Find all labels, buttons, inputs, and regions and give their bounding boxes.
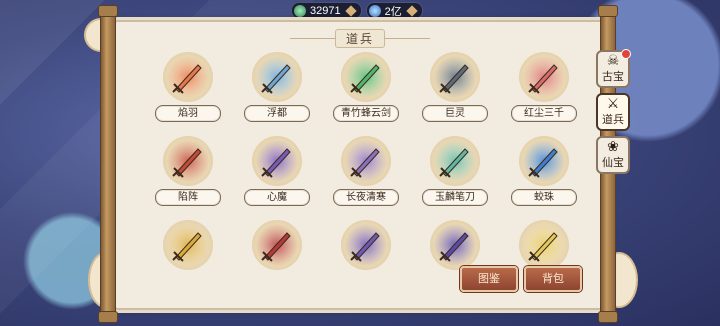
tab-label: 古宝 (602, 70, 624, 83)
weapon-item[interactable] (148, 220, 228, 270)
weapon-item[interactable]: 巨灵 (415, 52, 495, 122)
weapon-name: 焰羽 (155, 105, 221, 122)
weapon-icon (341, 220, 391, 270)
item-grid: 焰羽 浮都 青竹蜂云剑 巨灵 红尘三千陷阵 心魔 长夜清寒 玉麟笔刀 蛟珠 (138, 52, 584, 270)
tab-dao-weapon[interactable]: ⚔ 道兵 (596, 93, 630, 131)
weapon-icon (163, 220, 213, 270)
weapon-icon (519, 136, 569, 186)
currency-bar: 32971 2亿 (291, 2, 431, 19)
skull-icon: ☠ (606, 53, 620, 69)
weapon-icon (252, 136, 302, 186)
weapon-icon (430, 136, 480, 186)
weapon-item[interactable]: 焰羽 (148, 52, 228, 122)
weapon-item[interactable] (504, 220, 584, 270)
weapon-icon: ⚔ (606, 96, 620, 112)
tab-immortal-treasure[interactable]: ❀ 仙宝 (596, 136, 630, 174)
weapon-icon (252, 52, 302, 102)
weapon-item[interactable]: 心魔 (237, 136, 317, 206)
weapon-item[interactable]: 长夜清寒 (326, 136, 406, 206)
add-gem-icon[interactable] (406, 4, 418, 17)
weapon-item[interactable] (326, 220, 406, 270)
weapon-icon (163, 136, 213, 186)
gem-currency: 2亿 (365, 2, 423, 19)
weapon-name: 长夜清寒 (333, 189, 399, 206)
weapon-item[interactable]: 青竹蜂云剑 (326, 52, 406, 122)
weapon-name: 巨灵 (422, 105, 488, 122)
weapon-icon (252, 220, 302, 270)
bag-button[interactable]: 背包 (524, 266, 582, 292)
item-grid-viewport[interactable]: 焰羽 浮都 青竹蜂云剑 巨灵 红尘三千陷阵 心魔 长夜清寒 玉麟笔刀 蛟珠 (138, 52, 584, 298)
weapon-name: 蛟珠 (511, 189, 577, 206)
flower-icon: ❀ (607, 139, 619, 155)
weapon-name: 心魔 (244, 189, 310, 206)
weapon-item[interactable]: 陷阵 (148, 136, 228, 206)
jade-amount: 32971 (310, 4, 341, 17)
atlas-button[interactable]: 图鉴 (460, 266, 518, 292)
weapon-item[interactable] (237, 220, 317, 270)
weapon-icon (430, 220, 480, 270)
add-jade-icon[interactable] (344, 4, 357, 17)
weapon-icon (341, 52, 391, 102)
gem-amount: 2亿 (384, 5, 402, 18)
tab-label: 道兵 (602, 113, 624, 126)
weapon-icon (163, 52, 213, 102)
tab-ancient-treasure[interactable]: ☠ 古宝 (596, 49, 631, 88)
weapon-name: 玉麟笔刀 (422, 189, 488, 206)
weapon-icon (519, 52, 569, 102)
panel-title: 道兵 (335, 28, 386, 48)
side-tabs: ☠ 古宝 ⚔ 道兵 ❀ 仙宝 (596, 49, 636, 179)
weapon-name: 陷阵 (155, 189, 221, 206)
jade-icon (294, 4, 306, 17)
weapon-name: 青竹蜂云剑 (333, 105, 399, 122)
gem-icon (368, 4, 381, 17)
jade-currency: 32971 (291, 2, 362, 19)
weapon-item[interactable]: 玉麟笔刀 (415, 136, 495, 206)
weapon-item[interactable] (415, 220, 495, 270)
weapon-item[interactable]: 红尘三千 (504, 52, 584, 122)
tab-label: 仙宝 (602, 156, 624, 169)
scroll-rod-left (98, 5, 118, 323)
weapon-item[interactable]: 蛟珠 (504, 136, 584, 206)
notice-dot-icon (621, 49, 631, 59)
weapon-name: 红尘三千 (511, 105, 577, 122)
weapon-icon (430, 52, 480, 102)
panel-title-band: 道兵 (290, 28, 431, 48)
weapon-icon (341, 136, 391, 186)
weapon-name: 浮都 (244, 105, 310, 122)
weapon-icon (519, 220, 569, 270)
weapon-item[interactable]: 浮都 (237, 52, 317, 122)
